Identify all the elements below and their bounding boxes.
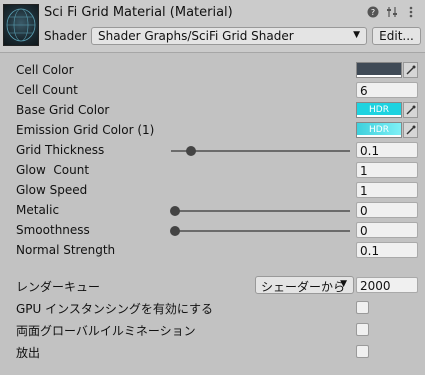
metalic-slider-track[interactable] xyxy=(171,210,350,212)
cell-color-swatch[interactable] xyxy=(356,62,402,78)
hdr-badge: HDR xyxy=(369,125,389,135)
smoothness-label: Smoothness xyxy=(16,223,90,237)
cell-count-field[interactable]: 6 xyxy=(356,82,418,98)
material-preview-thumbnail xyxy=(3,4,39,46)
grid-thickness-label: Grid Thickness xyxy=(16,143,105,157)
cell-count-label: Cell Count xyxy=(16,83,78,97)
dropdown-arrow-icon: ▼ xyxy=(340,279,347,289)
gpu-instancing-label: GPU インスタンシングを有効にする xyxy=(16,302,214,316)
smoothness-field[interactable]: 0 xyxy=(356,222,418,238)
glow-speed-field[interactable]: 1 xyxy=(356,182,418,198)
glow-speed-label: Glow Speed xyxy=(16,183,88,197)
glow-count-label: Glow Count xyxy=(16,163,90,177)
emission-grid-color-label: Emission Grid Color (1) xyxy=(16,123,155,137)
edit-shader-button[interactable]: Edit... xyxy=(372,27,421,45)
shader-label: Shader xyxy=(44,29,87,43)
hdr-badge: HDR xyxy=(369,105,389,115)
grid-thickness-field[interactable]: 0.1 xyxy=(356,142,418,158)
more-icon[interactable] xyxy=(405,6,417,18)
smoothness-slider-track[interactable] xyxy=(171,230,350,232)
eyedropper-icon[interactable] xyxy=(403,102,418,118)
normal-strength-label: Normal Strength xyxy=(16,243,116,257)
double-sided-gi-label: 両面グローバルイルミネーション xyxy=(16,324,196,338)
shader-dropdown-value: Shader Graphs/SciFi Grid Shader xyxy=(98,29,294,43)
grid-thickness-slider-track[interactable] xyxy=(171,150,350,152)
metalic-slider-handle[interactable] xyxy=(170,206,180,216)
dropdown-arrow-icon: ▼ xyxy=(353,30,360,40)
metalic-field[interactable]: 0 xyxy=(356,202,418,218)
svg-text:?: ? xyxy=(371,8,375,17)
gpu-instancing-checkbox[interactable] xyxy=(356,301,369,314)
help-icon[interactable]: ? xyxy=(367,6,379,18)
eyedropper-icon[interactable] xyxy=(403,122,418,138)
render-queue-label: レンダーキュー xyxy=(16,280,101,294)
base-grid-color-label: Base Grid Color xyxy=(16,103,110,117)
eyedropper-icon[interactable] xyxy=(403,62,418,78)
emission-checkbox[interactable] xyxy=(356,345,369,358)
smoothness-slider-handle[interactable] xyxy=(170,226,180,236)
shader-dropdown[interactable]: Shader Graphs/SciFi Grid Shader ▼ xyxy=(91,27,367,45)
double-sided-gi-checkbox[interactable] xyxy=(356,323,369,336)
normal-strength-field[interactable]: 0.1 xyxy=(356,242,418,258)
render-queue-field[interactable]: 2000 xyxy=(356,277,418,293)
cell-color-label: Cell Color xyxy=(16,63,74,77)
render-queue-mode: シェーダーから xyxy=(261,280,346,294)
metalic-label: Metalic xyxy=(16,203,60,217)
emission-label: 放出 xyxy=(16,346,41,360)
preset-icon[interactable] xyxy=(386,6,398,18)
emission-grid-color-swatch[interactable]: HDR xyxy=(356,122,402,138)
inspector-header: Sci Fi Grid Material (Material) ? Shader… xyxy=(0,0,425,53)
grid-thickness-slider-handle[interactable] xyxy=(186,146,196,156)
render-queue-dropdown[interactable]: シェーダーから ▼ xyxy=(255,276,354,294)
material-title: Sci Fi Grid Material (Material) xyxy=(44,5,233,20)
base-grid-color-swatch[interactable]: HDR xyxy=(356,102,402,118)
glow-count-field[interactable]: 1 xyxy=(356,162,418,178)
